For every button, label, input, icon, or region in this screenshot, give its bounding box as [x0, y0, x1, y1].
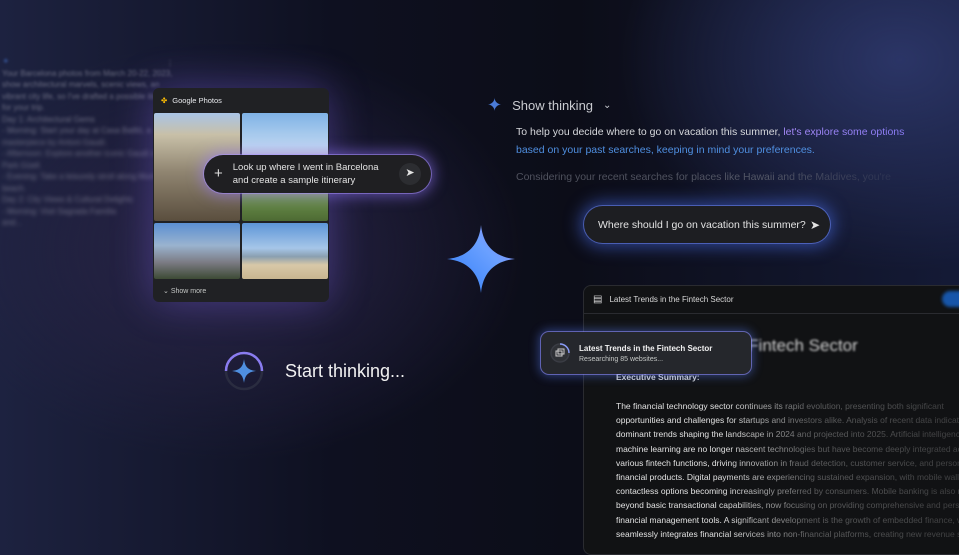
- research-progress-card[interactable]: Latest Trends in the Fintech Sector Resea…: [541, 332, 751, 374]
- google-photos-card: ✤ Google Photos ⌄ Show more: [153, 88, 329, 302]
- report-line: machine learning are no longer nascent t…: [616, 443, 959, 454]
- chevron-down-icon: ⌄: [603, 100, 612, 111]
- report-line: The financial technology sector continue…: [616, 401, 944, 411]
- photos-card-title: Google Photos: [172, 96, 222, 105]
- plus-icon[interactable]: +: [214, 167, 223, 181]
- export-button[interactable]: [942, 291, 959, 307]
- report-line: beyond basic transactional capabilities,…: [616, 500, 959, 511]
- response-highlight: let's explore some options: [783, 126, 905, 138]
- report-body: The financial technology sector continue…: [616, 399, 959, 541]
- report-line: opportunities and challenges for startup…: [616, 415, 959, 426]
- report-title: e Fintech Sector: [734, 336, 858, 355]
- gemini-small-icon: ✦: [2, 56, 10, 66]
- response-highlight: based on your past searches, keeping in …: [516, 144, 815, 156]
- report-line: contactless options becoming increasingl…: [616, 486, 959, 497]
- research-spinner-icon: [550, 343, 570, 363]
- thinking-faded-text: Considering your recent searches for pla…: [516, 171, 891, 183]
- thinking-response-text: To help you decide where to go on vacati…: [516, 123, 936, 159]
- chat-line: Your Barcelona photos from March 20-22, …: [2, 68, 173, 78]
- thinking-spinner-icon: [224, 351, 264, 391]
- send-icon[interactable]: ➤: [810, 218, 820, 232]
- show-thinking-label: Show thinking: [512, 98, 594, 113]
- report-line: various fintech functions, driving innov…: [616, 457, 959, 468]
- google-photos-icon: ✤: [161, 96, 168, 105]
- show-more-label: Show more: [170, 288, 207, 295]
- show-thinking-toggle[interactable]: ✦ Show thinking ⌄: [487, 95, 611, 116]
- report-header-title: Latest Trends in the Fintech Sector: [609, 295, 734, 304]
- gemini-small-star-icon: ✦: [487, 95, 503, 115]
- vacation-prompt-input[interactable]: Where should I go on vacation this summe…: [584, 206, 830, 243]
- show-more-button[interactable]: ⌄ Show more: [153, 279, 329, 295]
- research-report-panel: ▤ Latest Trends in the Fintech Sector e F…: [583, 285, 959, 555]
- photo-beach[interactable]: [242, 223, 328, 279]
- barcelona-prompt-input[interactable]: + Look up where I went in Barcelona and c…: [204, 155, 431, 193]
- report-line: financial management tools. A significan…: [616, 514, 959, 525]
- gemini-star-icon: [447, 225, 515, 293]
- start-thinking-indicator: Start thinking...: [223, 350, 405, 392]
- start-thinking-label: Start thinking...: [285, 360, 406, 381]
- report-line: seamlessly integrates financial services…: [616, 528, 959, 539]
- research-title: Latest Trends in the Fintech Sector: [579, 343, 713, 353]
- prompt-text-line: Look up where I went in Barcelona: [232, 161, 379, 173]
- photo-sagrada-familia[interactable]: [154, 223, 240, 279]
- research-status: Researching 85 websites...: [579, 355, 664, 363]
- response-plain: To help you decide where to go on vacati…: [516, 126, 784, 138]
- send-icon[interactable]: ➤: [399, 163, 421, 185]
- prompt-text-line: and create a sample itinerary: [232, 175, 356, 186]
- vacation-prompt-text: Where should I go on vacation this summe…: [598, 218, 806, 231]
- report-line: dominant trends shaping the landscape in…: [616, 429, 959, 440]
- more-icon: ⋮: [166, 59, 174, 68]
- document-icon: ▤: [593, 294, 603, 305]
- report-line: financial products. Digital payments are…: [616, 472, 959, 483]
